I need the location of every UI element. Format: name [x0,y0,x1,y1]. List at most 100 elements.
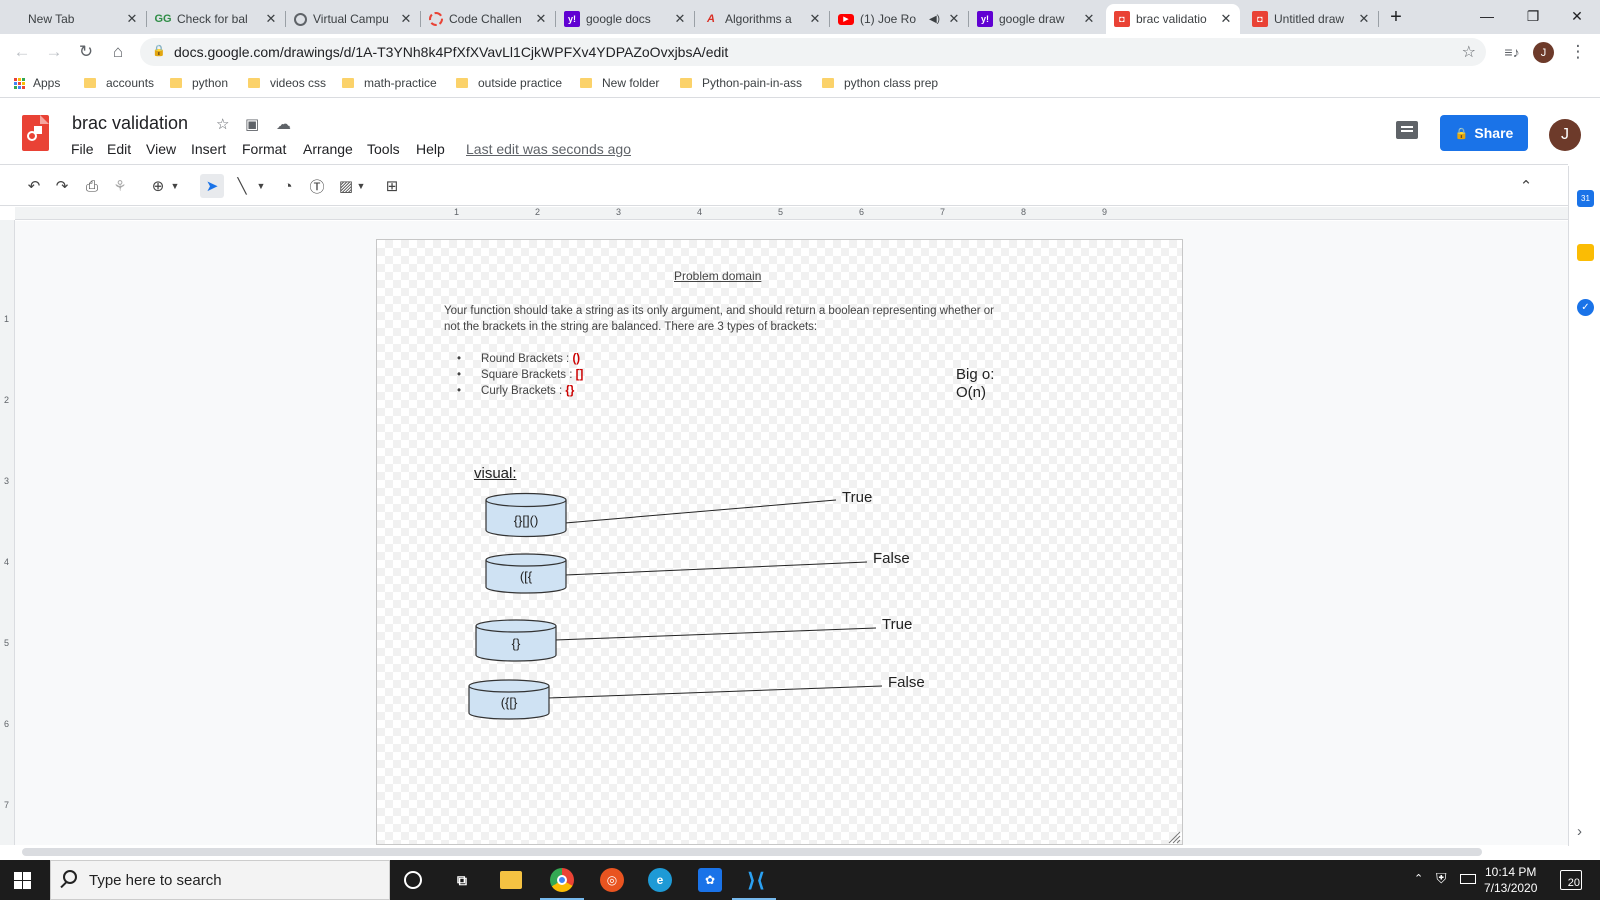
tab-youtube[interactable]: ▶ (1) Joe Ro ◀) ✕ [830,4,968,34]
close-icon[interactable]: ✕ [946,11,962,27]
cortana-icon[interactable] [404,871,422,889]
result-label[interactable]: True [842,489,872,506]
tab-new-tab[interactable]: New Tab ✕ [8,4,146,34]
add-icon[interactable]: ⊞ [380,174,404,198]
tray-chevron-icon[interactable]: ⌃ [1414,872,1423,885]
menu-tools[interactable]: Tools [367,141,400,157]
battery-icon[interactable] [1460,874,1476,884]
menu-file[interactable]: File [71,141,94,157]
menu-edit[interactable]: Edit [107,141,131,157]
shape-icon[interactable]: ◔ [276,174,300,198]
tab-google-docs-search[interactable]: y! google docs ✕ [556,4,694,34]
file-explorer-icon[interactable] [500,871,522,889]
windows-start-icon[interactable] [14,872,31,889]
result-label[interactable]: False [873,550,910,567]
share-button[interactable]: 🔒 Share [1440,115,1528,151]
close-icon[interactable]: ✕ [1081,11,1097,27]
chevron-down-icon[interactable]: ▼ [354,174,368,198]
collapse-chevron-icon[interactable]: ⌃ [1514,174,1538,198]
home-button[interactable]: ⌂ [106,40,130,64]
line-icon[interactable]: ╲ [230,174,254,198]
bookmark-accounts[interactable]: accounts [84,76,154,90]
star-icon[interactable]: ☆ [216,115,229,133]
tab-virtual-campus[interactable]: Virtual Campu ✕ [286,4,420,34]
vscode-icon[interactable]: ⟩⟨ [744,868,768,892]
restore-button[interactable]: ❐ [1510,0,1556,32]
print-icon[interactable]: ⎙ [80,174,104,198]
media-controls-icon[interactable]: ≡♪ [1500,40,1524,64]
select-icon[interactable]: ➤ [200,174,224,198]
result-label[interactable]: False [888,674,925,691]
security-icon[interactable]: ⛨ [1436,870,1447,887]
close-icon[interactable]: ✕ [1356,11,1372,27]
result-label[interactable]: True [882,616,912,633]
paint-format-icon[interactable]: ⚘ [108,174,132,198]
bookmark-videos-css[interactable]: videos css [248,76,326,90]
close-icon[interactable]: ✕ [263,11,279,27]
last-edit-link[interactable]: Last edit was seconds ago [466,141,631,157]
forward-button[interactable]: → [42,40,66,64]
clock[interactable]: 10:14 PM 7/13/2020 [1484,864,1537,896]
close-window-button[interactable]: ✕ [1554,0,1600,32]
tab-code-challenge[interactable]: Code Challen ✕ [421,4,555,34]
browser-menu-icon[interactable]: ⋮ [1566,40,1590,64]
bookmark-outside-practice[interactable]: outside practice [456,76,562,90]
tab-brac-validation[interactable]: ◘ brac validatio ✕ [1106,4,1240,34]
redo-icon[interactable]: ↷ [50,174,74,198]
minimize-button[interactable]: — [1464,0,1510,32]
menu-help[interactable]: Help [416,141,445,157]
text-box-icon[interactable]: Ⓣ [305,174,329,198]
close-icon[interactable]: ✕ [124,11,140,27]
menu-arrange[interactable]: Arrange [303,141,353,157]
notifications-icon[interactable]: 20 [1560,870,1582,890]
tab-algorithms[interactable]: A Algorithms a ✕ [695,4,829,34]
menu-format[interactable]: Format [242,141,286,157]
drawing-page[interactable]: Problem domain Your function should take… [376,239,1183,845]
zoom-icon[interactable]: ⊕ [146,174,170,198]
comments-icon[interactable] [1396,121,1418,139]
task-view-icon[interactable]: ⧉ [450,868,474,892]
keep-icon[interactable] [1577,244,1594,261]
bookmark-math-practice[interactable]: math-practice [342,76,437,90]
bookmark-python-pain[interactable]: Python-pain-in-ass [680,76,802,90]
chevron-down-icon[interactable]: ▼ [168,174,182,198]
move-folder-icon[interactable]: ▣ [245,115,259,133]
document-title[interactable]: brac validation [72,113,188,134]
close-icon[interactable]: ✕ [1218,11,1234,27]
bookmark-python-class-prep[interactable]: python class prep [822,76,938,90]
reload-button[interactable]: ↻ [74,40,98,64]
address-bar[interactable]: 🔒 docs.google.com/drawings/d/1A-T3YNh8k4… [140,38,1486,66]
taskbar-search-input[interactable]: Type here to search [50,860,390,900]
app-icon[interactable]: ✿ [698,868,722,892]
bookmark-python[interactable]: python [170,76,228,90]
tasks-icon[interactable]: ✓ [1577,299,1594,316]
close-icon[interactable]: ✕ [807,11,823,27]
tab-check-balanced[interactable]: GG Check for bal ✕ [147,4,285,34]
edge-icon[interactable]: e [648,868,672,892]
profile-avatar[interactable]: J [1533,42,1554,63]
close-icon[interactable]: ✕ [533,11,549,27]
back-button[interactable]: ← [10,40,34,64]
drawings-logo-icon[interactable] [22,115,49,151]
ubuntu-icon[interactable]: ◎ [600,868,624,892]
expand-chevron-icon[interactable]: › [1577,823,1594,840]
bookmark-new-folder[interactable]: New folder [580,76,659,90]
speaker-icon[interactable]: ◀) [929,14,940,25]
chevron-down-icon[interactable]: ▼ [254,174,268,198]
cloud-status-icon[interactable]: ☁ [276,115,291,133]
undo-icon[interactable]: ↶ [22,174,46,198]
horizontal-scrollbar[interactable] [22,848,1482,856]
menu-view[interactable]: View [146,141,176,157]
bookmark-apps[interactable]: Apps [14,76,60,90]
menu-insert[interactable]: Insert [191,141,226,157]
chrome-icon[interactable] [550,868,574,892]
avatar[interactable]: J [1549,119,1581,151]
close-icon[interactable]: ✕ [672,11,688,27]
resize-handle-icon[interactable] [1167,830,1181,844]
close-icon[interactable]: ✕ [398,11,414,27]
tab-google-drawings-search[interactable]: y! google draw ✕ [969,4,1103,34]
calendar-icon[interactable]: 31 [1577,190,1594,207]
tab-untitled-drawing[interactable]: ◘ Untitled draw ✕ [1244,4,1378,34]
new-tab-button[interactable]: + [1378,1,1414,33]
bookmark-star-icon[interactable]: ☆ [1462,42,1476,62]
